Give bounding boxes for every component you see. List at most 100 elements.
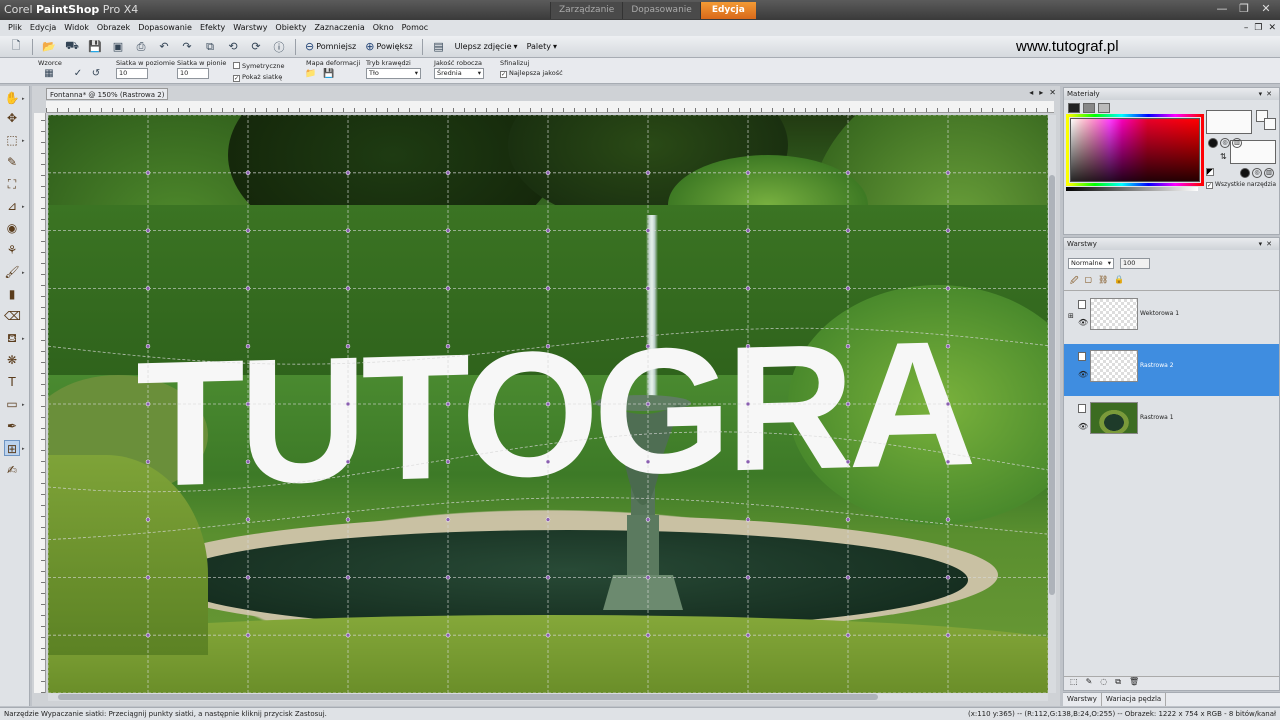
mesh-node[interactable] <box>645 343 651 349</box>
mesh-node[interactable] <box>945 632 951 638</box>
image-canvas[interactable]: TUTOGRA <box>48 115 1048 693</box>
crop-tool-icon[interactable]: ⛶ <box>4 176 20 192</box>
mesh-node[interactable] <box>345 401 351 407</box>
mesh-node[interactable] <box>145 632 151 638</box>
open-folder-icon[interactable]: 📂 <box>39 38 59 56</box>
mesh-node[interactable] <box>745 517 751 522</box>
mesh-node[interactable] <box>445 401 451 407</box>
tab-adjust[interactable]: Dopasowanie <box>622 2 700 19</box>
mesh-warp-tool-icon[interactable]: ⊞ <box>4 440 20 456</box>
mesh-node[interactable] <box>645 459 651 465</box>
mesh-node[interactable] <box>345 170 351 176</box>
chevron-right-icon[interactable]: ▸ <box>22 336 27 342</box>
straighten-tool-icon[interactable]: ⊿ <box>4 198 20 214</box>
horizontal-scrollbar[interactable] <box>48 693 1048 701</box>
menu-window[interactable]: Okno <box>369 20 398 36</box>
mesh-node[interactable] <box>245 517 251 522</box>
mesh-node[interactable] <box>145 459 151 465</box>
mesh-node[interactable] <box>245 401 251 407</box>
mesh-node[interactable] <box>645 575 651 580</box>
mesh-node[interactable] <box>745 286 751 291</box>
bg-gradient-style-icon[interactable]: ◎ <box>1252 168 1262 178</box>
mesh-node[interactable] <box>945 517 951 522</box>
shape-tool-icon[interactable]: ▭ <box>4 396 20 412</box>
menu-objects[interactable]: Obiekty <box>271 20 310 36</box>
mesh-node[interactable] <box>445 632 451 638</box>
chevron-right-icon[interactable]: ▸ <box>22 446 27 452</box>
grid-vertical-input[interactable]: 10 <box>177 68 209 79</box>
mesh-node[interactable] <box>945 286 951 291</box>
rainbow-tab-icon[interactable] <box>1083 103 1095 113</box>
mesh-node[interactable] <box>145 517 151 522</box>
move-tool-icon[interactable]: ✥ <box>4 110 20 126</box>
crop-icon[interactable]: ⧉ <box>200 38 220 56</box>
mesh-node[interactable] <box>345 632 351 638</box>
save-as-icon[interactable]: ▣ <box>108 38 128 56</box>
mesh-node[interactable] <box>745 575 751 580</box>
grayscale-strip[interactable] <box>1066 187 1198 191</box>
mesh-node[interactable] <box>845 286 851 291</box>
layer-row[interactable]: 👁 Rastrowa 1 <box>1064 396 1279 448</box>
mesh-node[interactable] <box>345 459 351 465</box>
lock-icon[interactable]: 🔒 <box>1114 275 1124 289</box>
color-style-icon[interactable] <box>1208 138 1218 148</box>
doc-restore-icon[interactable]: ❐ <box>1254 20 1262 36</box>
presets-grid-icon[interactable]: ▦ <box>40 66 58 80</box>
mesh-node[interactable] <box>845 170 851 176</box>
grid-horizontal-input[interactable]: 10 <box>116 68 148 79</box>
bg-color-style-icon[interactable] <box>1240 168 1250 178</box>
mesh-node[interactable] <box>645 632 651 638</box>
mesh-node[interactable] <box>845 517 851 522</box>
close-button[interactable]: ✕ <box>1256 1 1276 17</box>
mesh-node[interactable] <box>345 343 351 349</box>
reset-colors-icon[interactable] <box>1206 168 1214 176</box>
red-eye-tool-icon[interactable]: ◉ <box>4 220 20 236</box>
symmetric-checkbox[interactable]: Symetryczne <box>233 62 284 70</box>
enhance-photo-menu[interactable]: Ulepsz zdjęcie ▾ <box>452 38 521 56</box>
all-tools-checkbox[interactable]: ✓ Wszystkie narzędzia <box>1206 181 1276 189</box>
doc-minimize-icon[interactable]: – <box>1244 20 1249 36</box>
color-spectrum[interactable] <box>1070 118 1200 182</box>
delete-layer-icon[interactable]: 🗑 <box>1129 677 1139 690</box>
mesh-node[interactable] <box>645 517 651 522</box>
bucket-tool-icon[interactable]: ⛾ <box>4 330 20 346</box>
menu-view[interactable]: Widok <box>60 20 93 36</box>
mesh-node[interactable] <box>845 575 851 580</box>
mesh-node[interactable] <box>245 228 251 233</box>
mesh-node[interactable] <box>345 286 351 291</box>
tab-edit[interactable]: Edycja <box>699 2 756 19</box>
picture-tube-icon[interactable]: ❋ <box>4 352 20 368</box>
scrollbar-thumb[interactable] <box>58 694 878 700</box>
tab-prev-icon[interactable]: ◂ <box>1029 88 1033 97</box>
tab-close-icon[interactable]: ✕ <box>1049 88 1056 97</box>
mesh-node[interactable] <box>545 228 551 233</box>
menu-edit[interactable]: Edycja <box>26 20 60 36</box>
tab-layers[interactable]: Warstwy <box>1063 693 1102 706</box>
mesh-node[interactable] <box>145 228 151 233</box>
mesh-node[interactable] <box>745 343 751 349</box>
mesh-node[interactable] <box>545 459 551 465</box>
mesh-node[interactable] <box>245 459 251 465</box>
palettes-menu[interactable]: Palety ▾ <box>524 38 560 56</box>
brush-layer-icon[interactable]: ✎ <box>1086 677 1093 690</box>
menu-adjust[interactable]: Dopasowanie <box>134 20 196 36</box>
mesh-node[interactable] <box>245 575 251 580</box>
mesh-node[interactable] <box>945 343 951 349</box>
draft-quality-select[interactable]: Średnia ▾ <box>434 68 484 79</box>
mesh-node[interactable] <box>445 170 451 176</box>
redo-icon[interactable]: ↷ <box>177 38 197 56</box>
mesh-node[interactable] <box>545 286 551 291</box>
mesh-node[interactable] <box>145 286 151 291</box>
mesh-node[interactable] <box>945 459 951 465</box>
layer-lock-icon[interactable] <box>1078 300 1086 309</box>
mesh-node[interactable] <box>945 401 951 407</box>
undo-icon[interactable]: ↶ <box>154 38 174 56</box>
frame-tab-icon[interactable] <box>1068 103 1080 113</box>
menu-file[interactable]: Plik <box>4 20 26 36</box>
tab-manage[interactable]: Zarządzanie <box>550 2 623 19</box>
layer-row[interactable]: ⊞ 👁 Wektorowa 1 <box>1064 292 1279 344</box>
menu-layers[interactable]: Warstwy <box>229 20 271 36</box>
mesh-node[interactable] <box>545 575 551 580</box>
apply-check-icon[interactable]: ✓ <box>70 66 86 80</box>
pen-tool-icon[interactable]: ✒ <box>4 418 20 434</box>
